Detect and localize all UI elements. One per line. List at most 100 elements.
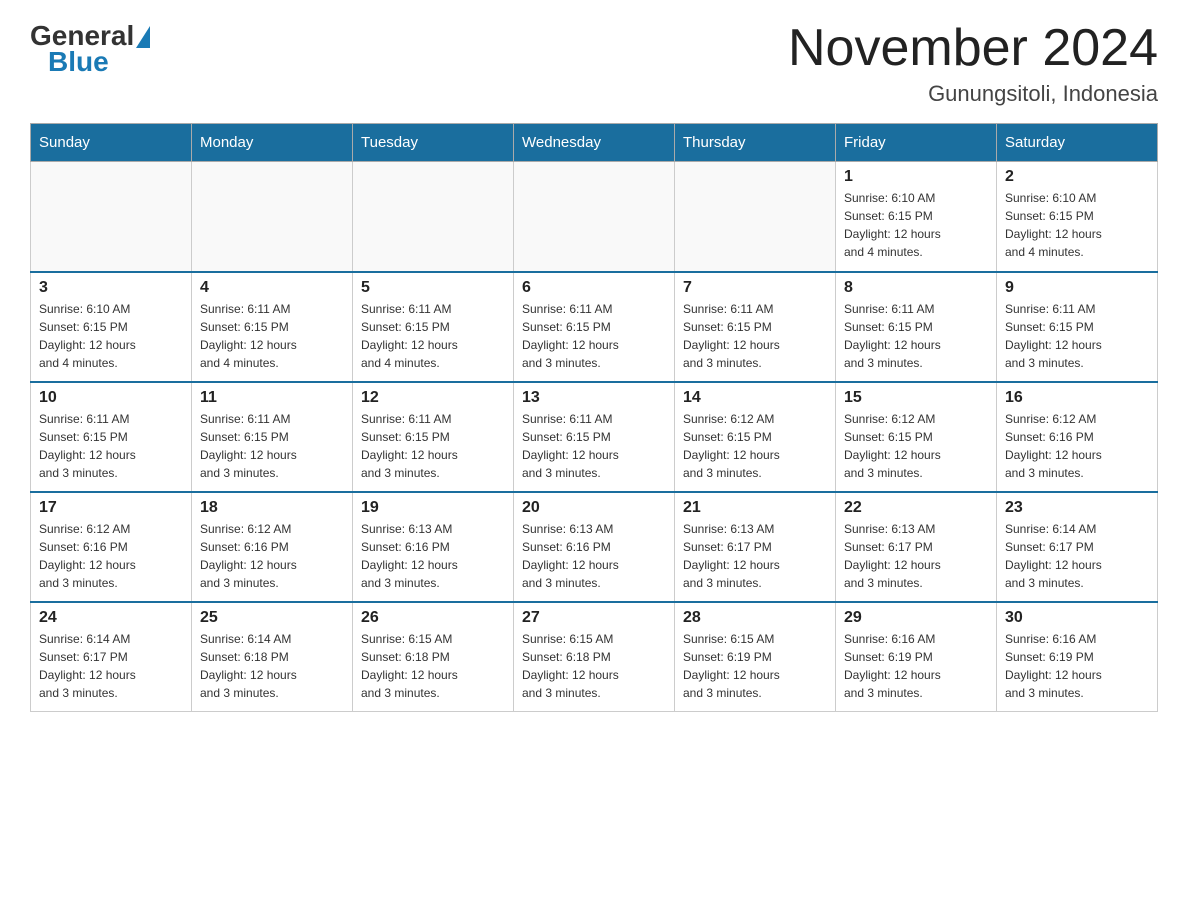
day-number: 7 — [683, 279, 827, 297]
day-info: Sunrise: 6:11 AM Sunset: 6:15 PM Dayligh… — [683, 300, 827, 372]
day-info: Sunrise: 6:13 AM Sunset: 6:17 PM Dayligh… — [844, 520, 988, 592]
calendar-cell: 15 Sunrise: 6:12 AM Sunset: 6:15 PM Dayli… — [836, 382, 997, 492]
day-info: Sunrise: 6:16 AM Sunset: 6:19 PM Dayligh… — [1005, 630, 1149, 702]
day-number: 21 — [683, 499, 827, 517]
calendar-week-row: 1 Sunrise: 6:10 AM Sunset: 6:15 PM Daylig… — [31, 162, 1158, 272]
day-info: Sunrise: 6:11 AM Sunset: 6:15 PM Dayligh… — [844, 300, 988, 372]
day-number: 16 — [1005, 389, 1149, 407]
calendar-cell: 29 Sunrise: 6:16 AM Sunset: 6:19 PM Dayli… — [836, 602, 997, 712]
day-number: 13 — [522, 389, 666, 407]
calendar-cell: 10Sunrise: 6:11 AM Sunset: 6:15 PM Dayli… — [31, 382, 192, 492]
day-info: Sunrise: 6:13 AM Sunset: 6:17 PM Dayligh… — [683, 520, 827, 592]
calendar-week-row: 10 Sunrise: 6:11 AM Sunset: 6:15 PM Dayli… — [31, 382, 1158, 492]
day-info: Sunrise: 6:10 AM Sunset: 6:15 PM Dayligh… — [1005, 189, 1149, 261]
day-info: Sunrise: 6:11 AM Sunset: 6:15 PM Dayligh… — [522, 300, 666, 372]
calendar-cell: 28 Sunrise: 6:15 AM Sunset: 6:19 PM Dayli… — [675, 602, 836, 712]
calendar-cell: 11 Sunrise: 6:11 AM Sunset: 6:15 PM Dayli… — [192, 382, 353, 492]
day-number: 28 — [683, 609, 827, 627]
day-number: 18 — [200, 499, 344, 517]
day-number: 9 — [1005, 279, 1149, 297]
calendar-cell: 20 Sunrise: 6:13 AM Sunset: 6:16 PM Dayli… — [514, 492, 675, 602]
day-number: 14 — [683, 389, 827, 407]
day-number: 5 — [361, 279, 505, 297]
calendar-cell: 3Sunrise: 6:10 AM Sunset: 6:15 PM Daylig… — [31, 272, 192, 382]
calendar-week-row: 24Sunrise: 6:14 AM Sunset: 6:17 PM Dayli… — [31, 602, 1158, 712]
calendar-week-row: 17 Sunrise: 6:12 AM Sunset: 6:16 PM Dayli… — [31, 492, 1158, 602]
day-info: Sunrise: 6:14 AM Sunset: 6:17 PM Dayligh… — [39, 630, 183, 702]
calendar-cell: 17 Sunrise: 6:12 AM Sunset: 6:16 PM Dayli… — [31, 492, 192, 602]
day-info: Sunrise: 6:14 AM Sunset: 6:17 PM Dayligh… — [1005, 520, 1149, 592]
page-header: General Blue November 2024 Gunungsitoli,… — [30, 20, 1158, 107]
calendar-cell: 21 Sunrise: 6:13 AM Sunset: 6:17 PM Dayli… — [675, 492, 836, 602]
day-info: Sunrise: 6:11 AM Sunset: 6:15 PM Dayligh… — [200, 410, 344, 482]
day-info: Sunrise: 6:12 AM Sunset: 6:16 PM Dayligh… — [39, 520, 183, 592]
location-subtitle: Gunungsitoli, Indonesia — [788, 81, 1158, 107]
calendar-cell — [514, 162, 675, 272]
day-info: Sunrise: 6:11 AM Sunset: 6:15 PM Dayligh… — [200, 300, 344, 372]
day-info: Sunrise: 6:10 AM Sunset: 6:15 PM Dayligh… — [844, 189, 988, 261]
day-info: Sunrise: 6:11 AM Sunset: 6:15 PM Dayligh… — [522, 410, 666, 482]
day-info: Sunrise: 6:14 AM Sunset: 6:18 PM Dayligh… — [200, 630, 344, 702]
weekday-header-monday: Monday — [192, 124, 353, 162]
day-number: 17 — [39, 499, 183, 517]
calendar-cell: 19 Sunrise: 6:13 AM Sunset: 6:16 PM Dayli… — [353, 492, 514, 602]
day-number: 15 — [844, 389, 988, 407]
day-info: Sunrise: 6:11 AM Sunset: 6:15 PM Dayligh… — [361, 410, 505, 482]
calendar-cell: 16 Sunrise: 6:12 AM Sunset: 6:16 PM Dayli… — [997, 382, 1158, 492]
calendar-cell: 7 Sunrise: 6:11 AM Sunset: 6:15 PM Daylig… — [675, 272, 836, 382]
day-number: 8 — [844, 279, 988, 297]
calendar-cell: 9 Sunrise: 6:11 AM Sunset: 6:15 PM Daylig… — [997, 272, 1158, 382]
day-number: 6 — [522, 279, 666, 297]
calendar-table: SundayMondayTuesdayWednesdayThursdayFrid… — [30, 123, 1158, 712]
logo-triangle-icon — [136, 26, 150, 48]
day-number: 22 — [844, 499, 988, 517]
calendar-cell — [675, 162, 836, 272]
day-number: 23 — [1005, 499, 1149, 517]
day-info: Sunrise: 6:12 AM Sunset: 6:16 PM Dayligh… — [1005, 410, 1149, 482]
calendar-header-row: SundayMondayTuesdayWednesdayThursdayFrid… — [31, 124, 1158, 162]
day-info: Sunrise: 6:13 AM Sunset: 6:16 PM Dayligh… — [361, 520, 505, 592]
calendar-cell: 18 Sunrise: 6:12 AM Sunset: 6:16 PM Dayli… — [192, 492, 353, 602]
day-number: 12 — [361, 389, 505, 407]
calendar-cell: 26Sunrise: 6:15 AM Sunset: 6:18 PM Dayli… — [353, 602, 514, 712]
day-info: Sunrise: 6:15 AM Sunset: 6:19 PM Dayligh… — [683, 630, 827, 702]
day-info: Sunrise: 6:11 AM Sunset: 6:15 PM Dayligh… — [1005, 300, 1149, 372]
weekday-header-sunday: Sunday — [31, 124, 192, 162]
calendar-cell: 5 Sunrise: 6:11 AM Sunset: 6:15 PM Daylig… — [353, 272, 514, 382]
calendar-cell: 24Sunrise: 6:14 AM Sunset: 6:17 PM Dayli… — [31, 602, 192, 712]
calendar-cell: 22 Sunrise: 6:13 AM Sunset: 6:17 PM Dayli… — [836, 492, 997, 602]
day-info: Sunrise: 6:11 AM Sunset: 6:15 PM Dayligh… — [361, 300, 505, 372]
weekday-header-friday: Friday — [836, 124, 997, 162]
day-number: 26 — [361, 609, 505, 627]
weekday-header-tuesday: Tuesday — [353, 124, 514, 162]
day-number: 20 — [522, 499, 666, 517]
day-info: Sunrise: 6:15 AM Sunset: 6:18 PM Dayligh… — [522, 630, 666, 702]
calendar-cell: 14 Sunrise: 6:12 AM Sunset: 6:15 PM Dayli… — [675, 382, 836, 492]
day-info: Sunrise: 6:12 AM Sunset: 6:15 PM Dayligh… — [844, 410, 988, 482]
day-number: 11 — [200, 389, 344, 407]
calendar-cell: 25 Sunrise: 6:14 AM Sunset: 6:18 PM Dayli… — [192, 602, 353, 712]
calendar-cell: 23 Sunrise: 6:14 AM Sunset: 6:17 PM Dayli… — [997, 492, 1158, 602]
day-info: Sunrise: 6:12 AM Sunset: 6:15 PM Dayligh… — [683, 410, 827, 482]
logo: General Blue — [30, 20, 150, 78]
day-number: 19 — [361, 499, 505, 517]
day-number: 1 — [844, 168, 988, 186]
day-number: 4 — [200, 279, 344, 297]
day-info: Sunrise: 6:10 AM Sunset: 6:15 PM Dayligh… — [39, 300, 183, 372]
month-title: November 2024 — [788, 20, 1158, 77]
day-info: Sunrise: 6:13 AM Sunset: 6:16 PM Dayligh… — [522, 520, 666, 592]
calendar-cell — [31, 162, 192, 272]
day-info: Sunrise: 6:16 AM Sunset: 6:19 PM Dayligh… — [844, 630, 988, 702]
day-number: 25 — [200, 609, 344, 627]
logo-blue-text: Blue — [48, 46, 109, 78]
weekday-header-thursday: Thursday — [675, 124, 836, 162]
day-number: 10 — [39, 389, 183, 407]
calendar-cell: 1 Sunrise: 6:10 AM Sunset: 6:15 PM Daylig… — [836, 162, 997, 272]
day-number: 27 — [522, 609, 666, 627]
calendar-cell: 13 Sunrise: 6:11 AM Sunset: 6:15 PM Dayli… — [514, 382, 675, 492]
day-info: Sunrise: 6:12 AM Sunset: 6:16 PM Dayligh… — [200, 520, 344, 592]
title-section: November 2024 Gunungsitoli, Indonesia — [788, 20, 1158, 107]
calendar-cell: 4 Sunrise: 6:11 AM Sunset: 6:15 PM Daylig… — [192, 272, 353, 382]
calendar-cell: 12 Sunrise: 6:11 AM Sunset: 6:15 PM Dayli… — [353, 382, 514, 492]
day-number: 29 — [844, 609, 988, 627]
